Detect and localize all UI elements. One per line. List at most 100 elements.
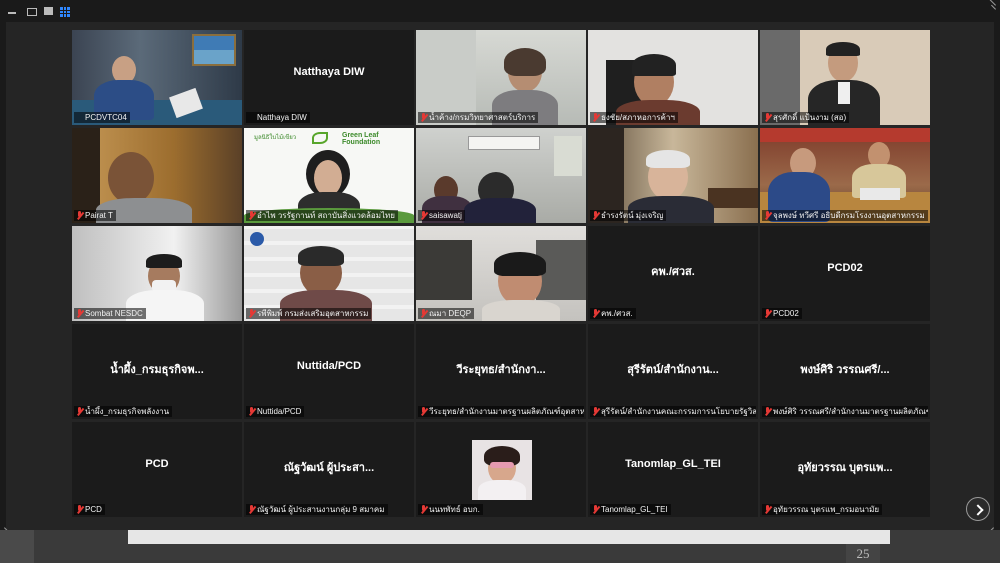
mic-muted-icon — [420, 309, 428, 318]
mic-muted-icon — [764, 211, 772, 220]
participant-tile[interactable]: มูลนิธิใบไม้เขียว Green Leaf Foundation … — [244, 128, 414, 223]
participant-display-name: Nuttida/PCD — [296, 360, 362, 372]
participant-display-name: Tanomlap_GL_TEI — [625, 458, 721, 470]
participant-video — [588, 128, 758, 223]
participant-tile[interactable]: ณัฐวัฒน์ ผู้ประสา... ณัฐวัฒน์ ผู้ประสานง… — [244, 422, 414, 517]
participant-name-label: PCD02 — [762, 308, 802, 319]
participant-name-label: รพีพิมพ์ กรมส่งเสริมอุตสาหกรรม — [246, 308, 372, 319]
participant-display-name: PCD02 — [827, 262, 863, 274]
gallery-grid: PCDVTC04 Natthaya DIW Natthaya DIW น้ำค้… — [6, 22, 994, 530]
participant-video — [416, 128, 586, 223]
mic-muted-icon — [764, 407, 772, 416]
banner-left-text: มูลนิธิใบไม้เขียว — [254, 135, 297, 141]
participant-display-name: คพ./ศวส. — [651, 266, 695, 278]
restore-icon[interactable] — [25, 4, 39, 18]
mic-muted-icon — [76, 505, 84, 514]
participant-name-label: วีระยุทธ/สำนักงานมาตรฐานผลิตภัณฑ์อุตสาหก… — [418, 406, 584, 417]
participant-name-label: สุรีรัตน์/สำนักงานคณะกรรมการนโยบายรัฐวิส… — [590, 406, 756, 417]
participant-display-name: Natthaya DIW — [293, 66, 365, 78]
participant-name-label: Nuttida/PCD — [246, 406, 305, 417]
participant-tile[interactable]: Nuttida/PCD Nuttida/PCD — [244, 324, 414, 419]
participant-tile[interactable]: Sombat NESDC — [72, 226, 242, 321]
participant-display-name: ณัฐวัฒน์ ผู้ประสา... — [283, 462, 375, 474]
underlying-window-strip — [128, 530, 890, 544]
participant-name-label: ธำรงรัตน์ มุ่งเจริญ — [590, 210, 667, 221]
maximize-icon[interactable] — [42, 4, 56, 18]
participant-tile[interactable]: รพีพิมพ์ กรมส่งเสริมอุตสาหกรรม — [244, 226, 414, 321]
page-number: 25 — [846, 544, 880, 563]
participant-tile[interactable]: วีระยุทธ/สำนักงา... วีระยุทธ/สำนักงานมาต… — [416, 324, 586, 419]
participant-name-label: PCD — [74, 504, 105, 515]
mic-muted-icon — [592, 211, 600, 220]
mic-muted-icon — [76, 309, 84, 318]
resize-handle-icon[interactable] — [984, 518, 994, 528]
mic-muted-icon — [248, 505, 256, 514]
participant-tile[interactable]: PCD02 PCD02 — [760, 226, 930, 321]
participant-video — [416, 30, 586, 125]
participant-name-label: จุลพงษ์ ทวีศรี อธิบดีกรมโรงงานอุตสาหกรรม — [762, 210, 928, 221]
mic-muted-icon — [764, 505, 772, 514]
participant-name-label: Pairat T — [74, 210, 116, 221]
mic-muted-icon — [592, 309, 600, 318]
mic-muted-icon — [764, 113, 772, 122]
participant-name-label: ธงชัย/สภาหอการค้าฯ — [590, 112, 678, 123]
participant-tile[interactable]: saisawatj — [416, 128, 586, 223]
minimize-icon[interactable] — [6, 4, 20, 18]
participant-video — [72, 128, 242, 223]
title-bar — [0, 0, 1000, 22]
zoom-meeting-window: PCDVTC04 Natthaya DIW Natthaya DIW น้ำค้… — [0, 0, 1000, 563]
participant-tile[interactable]: อุทัยวรรณ บุตรแพ... อุทัยวรรณ บุตรแพ_กรม… — [760, 422, 930, 517]
participant-display-name: วีระยุทธ/สำนักงา... — [456, 364, 546, 376]
participant-tile[interactable]: สุรีรัตน์/สำนักงาน... สุรีรัตน์/สำนักงาน… — [588, 324, 758, 419]
participant-tile[interactable]: ณมา DEQP — [416, 226, 586, 321]
participant-name-label: saisawatj — [418, 210, 465, 221]
participant-tile[interactable]: พงษ์ศิริ วรรณศรี/... พงษ์ศิริ วรรณศรี/สำ… — [760, 324, 930, 419]
participant-video — [760, 30, 930, 125]
participant-video: มูลนิธิใบไม้เขียว Green Leaf Foundation — [244, 128, 414, 223]
participant-tile[interactable]: PCDVTC04 — [72, 30, 242, 125]
gallery-view-icon[interactable] — [58, 4, 72, 18]
participant-video — [72, 226, 242, 321]
participant-tile[interactable]: Tanomlap_GL_TEI Tanomlap_GL_TEI — [588, 422, 758, 517]
participant-tile[interactable]: คพ./ศวส. คพ./ศวส. — [588, 226, 758, 321]
mic-muted-icon — [76, 211, 84, 220]
participant-name-label: นนทพัทธ์ อบก. — [418, 504, 483, 515]
taskbar: 25 — [0, 530, 1000, 563]
mic-muted-icon — [420, 505, 428, 514]
participant-name-label: Tanomlap_GL_TEI — [590, 504, 671, 515]
participant-tile[interactable]: ธำรงรัตน์ มุ่งเจริญ — [588, 128, 758, 223]
participant-name-label: น้ำผึ้ง_กรมธุรกิจพลังงาน — [74, 406, 173, 417]
mic-muted-icon — [592, 113, 600, 122]
mic-muted-icon — [420, 407, 428, 416]
fullscreen-exit-icon[interactable] — [982, 4, 996, 18]
participant-display-name: อุทัยวรรณ บุตรแพ... — [797, 462, 893, 474]
participant-tile[interactable]: Natthaya DIW Natthaya DIW — [244, 30, 414, 125]
mic-muted-icon — [592, 505, 600, 514]
participant-tile[interactable]: Pairat T — [72, 128, 242, 223]
participant-name-label: พงษ์ศิริ วรรณศรี/สำนักงานมาตรฐานผลิตภัณฑ… — [762, 406, 928, 417]
participant-tile[interactable]: น้ำค้าง/กรมวิทยาศาสตร์บริการ — [416, 30, 586, 125]
participant-name-label: ณัฐวัฒน์ ผู้ประสานงานกลุ่ม 9 สมาคม — [246, 504, 388, 515]
participant-name-label: Natthaya DIW — [246, 112, 310, 123]
participant-tile[interactable]: น้ำผึ้ง_กรมธุรกิจพ... น้ำผึ้ง_กรมธุรกิจพ… — [72, 324, 242, 419]
participant-tile[interactable]: ธงชัย/สภาหอการค้าฯ — [588, 30, 758, 125]
participant-display-name: สุรีรัตน์/สำนักงาน... — [627, 364, 719, 376]
participant-name-label: ณมา DEQP — [418, 308, 475, 319]
resize-handle-icon[interactable] — [4, 518, 14, 528]
participant-video — [244, 226, 414, 321]
participant-name-label: PCDVTC04 — [74, 112, 130, 123]
participant-name-label: Sombat NESDC — [74, 308, 146, 319]
mic-muted-icon — [76, 407, 84, 416]
participant-video — [760, 128, 930, 223]
participant-tile[interactable]: สุรศักดิ์ แป้นงาม (สอ) — [760, 30, 930, 125]
participant-name-label: อุทัยวรรณ บุตรแพ_กรมอนามัย — [762, 504, 883, 515]
participant-tile[interactable]: นนทพัทธ์ อบก. — [416, 422, 586, 517]
participant-name-label: อำไพ วรรัฐกานท์ สถาบันสิ่งแวดล้อมไทย — [246, 210, 398, 221]
banner-title: Green Leaf Foundation — [342, 132, 381, 146]
taskbar-left-panel — [0, 530, 34, 563]
participant-video — [416, 226, 586, 321]
mic-muted-icon — [248, 407, 256, 416]
participant-tile[interactable]: จุลพงษ์ ทวีศรี อธิบดีกรมโรงงานอุตสาหกรรม — [760, 128, 930, 223]
participant-video — [72, 30, 242, 125]
participant-tile[interactable]: PCD PCD — [72, 422, 242, 517]
